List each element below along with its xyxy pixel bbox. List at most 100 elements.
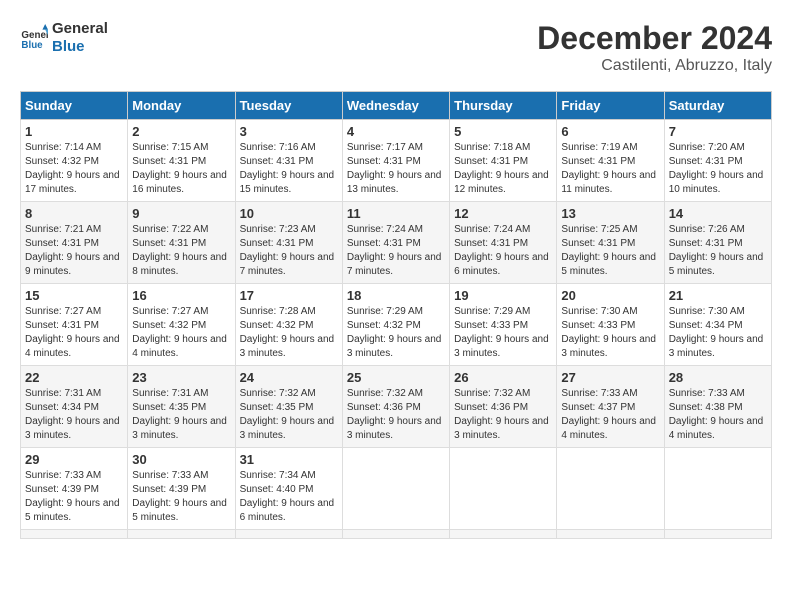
day-info: Sunrise: 7:15 AM Sunset: 4:31 PM Dayligh… — [132, 141, 230, 197]
calendar-day-cell — [557, 448, 664, 530]
calendar-day-cell: 7 Sunrise: 7:20 AM Sunset: 4:31 PM Dayli… — [664, 120, 771, 202]
calendar-day-cell: 26 Sunrise: 7:32 AM Sunset: 4:36 PM Dayl… — [450, 366, 557, 448]
calendar-header-row: SundayMondayTuesdayWednesdayThursdayFrid… — [21, 92, 772, 120]
day-info: Sunrise: 7:24 AM Sunset: 4:31 PM Dayligh… — [347, 223, 445, 279]
day-number: 15 — [25, 288, 123, 303]
day-info: Sunrise: 7:32 AM Sunset: 4:36 PM Dayligh… — [454, 387, 552, 443]
day-number: 2 — [132, 124, 230, 139]
calendar-week-row: 8 Sunrise: 7:21 AM Sunset: 4:31 PM Dayli… — [21, 202, 772, 284]
day-number: 16 — [132, 288, 230, 303]
day-info: Sunrise: 7:29 AM Sunset: 4:32 PM Dayligh… — [347, 305, 445, 361]
calendar-day-cell: 24 Sunrise: 7:32 AM Sunset: 4:35 PM Dayl… — [235, 366, 342, 448]
day-number: 10 — [240, 206, 338, 221]
calendar-day-cell — [664, 530, 771, 539]
day-number: 27 — [561, 370, 659, 385]
day-number: 23 — [132, 370, 230, 385]
calendar-day-cell: 20 Sunrise: 7:30 AM Sunset: 4:33 PM Dayl… — [557, 284, 664, 366]
day-number: 3 — [240, 124, 338, 139]
day-number: 6 — [561, 124, 659, 139]
day-info: Sunrise: 7:18 AM Sunset: 4:31 PM Dayligh… — [454, 141, 552, 197]
day-info: Sunrise: 7:20 AM Sunset: 4:31 PM Dayligh… — [669, 141, 767, 197]
day-number: 20 — [561, 288, 659, 303]
day-info: Sunrise: 7:33 AM Sunset: 4:38 PM Dayligh… — [669, 387, 767, 443]
calendar-day-cell: 28 Sunrise: 7:33 AM Sunset: 4:38 PM Dayl… — [664, 366, 771, 448]
day-number: 26 — [454, 370, 552, 385]
calendar-day-cell: 17 Sunrise: 7:28 AM Sunset: 4:32 PM Dayl… — [235, 284, 342, 366]
calendar-day-cell: 6 Sunrise: 7:19 AM Sunset: 4:31 PM Dayli… — [557, 120, 664, 202]
day-info: Sunrise: 7:27 AM Sunset: 4:31 PM Dayligh… — [25, 305, 123, 361]
day-info: Sunrise: 7:32 AM Sunset: 4:36 PM Dayligh… — [347, 387, 445, 443]
day-number: 17 — [240, 288, 338, 303]
day-info: Sunrise: 7:16 AM Sunset: 4:31 PM Dayligh… — [240, 141, 338, 197]
day-info: Sunrise: 7:31 AM Sunset: 4:35 PM Dayligh… — [132, 387, 230, 443]
day-info: Sunrise: 7:24 AM Sunset: 4:31 PM Dayligh… — [454, 223, 552, 279]
calendar-day-cell — [342, 448, 449, 530]
day-number: 25 — [347, 370, 445, 385]
logo-text-general: General — [52, 20, 108, 38]
day-info: Sunrise: 7:33 AM Sunset: 4:39 PM Dayligh… — [132, 469, 230, 525]
weekday-header: Saturday — [664, 92, 771, 120]
calendar-day-cell: 25 Sunrise: 7:32 AM Sunset: 4:36 PM Dayl… — [342, 366, 449, 448]
day-number: 11 — [347, 206, 445, 221]
logo-icon: General Blue — [20, 24, 48, 52]
calendar-day-cell: 12 Sunrise: 7:24 AM Sunset: 4:31 PM Dayl… — [450, 202, 557, 284]
page-header: General Blue General Blue December 2024 … — [20, 20, 772, 75]
day-number: 31 — [240, 452, 338, 467]
day-info: Sunrise: 7:30 AM Sunset: 4:34 PM Dayligh… — [669, 305, 767, 361]
day-info: Sunrise: 7:23 AM Sunset: 4:31 PM Dayligh… — [240, 223, 338, 279]
day-info: Sunrise: 7:21 AM Sunset: 4:31 PM Dayligh… — [25, 223, 123, 279]
day-info: Sunrise: 7:33 AM Sunset: 4:39 PM Dayligh… — [25, 469, 123, 525]
day-info: Sunrise: 7:30 AM Sunset: 4:33 PM Dayligh… — [561, 305, 659, 361]
day-number: 29 — [25, 452, 123, 467]
day-number: 14 — [669, 206, 767, 221]
day-number: 19 — [454, 288, 552, 303]
day-info: Sunrise: 7:27 AM Sunset: 4:32 PM Dayligh… — [132, 305, 230, 361]
weekday-header: Friday — [557, 92, 664, 120]
calendar-day-cell: 5 Sunrise: 7:18 AM Sunset: 4:31 PM Dayli… — [450, 120, 557, 202]
day-number: 8 — [25, 206, 123, 221]
weekday-header: Sunday — [21, 92, 128, 120]
calendar-day-cell: 1 Sunrise: 7:14 AM Sunset: 4:32 PM Dayli… — [21, 120, 128, 202]
calendar-table: SundayMondayTuesdayWednesdayThursdayFrid… — [20, 91, 772, 539]
day-number: 12 — [454, 206, 552, 221]
day-number: 28 — [669, 370, 767, 385]
calendar-day-cell — [450, 448, 557, 530]
calendar-week-row: 1 Sunrise: 7:14 AM Sunset: 4:32 PM Dayli… — [21, 120, 772, 202]
day-info: Sunrise: 7:32 AM Sunset: 4:35 PM Dayligh… — [240, 387, 338, 443]
day-info: Sunrise: 7:31 AM Sunset: 4:34 PM Dayligh… — [25, 387, 123, 443]
day-number: 18 — [347, 288, 445, 303]
day-info: Sunrise: 7:25 AM Sunset: 4:31 PM Dayligh… — [561, 223, 659, 279]
day-info: Sunrise: 7:29 AM Sunset: 4:33 PM Dayligh… — [454, 305, 552, 361]
weekday-header: Monday — [128, 92, 235, 120]
day-number: 21 — [669, 288, 767, 303]
calendar-day-cell: 30 Sunrise: 7:33 AM Sunset: 4:39 PM Dayl… — [128, 448, 235, 530]
weekday-header: Thursday — [450, 92, 557, 120]
day-info: Sunrise: 7:34 AM Sunset: 4:40 PM Dayligh… — [240, 469, 338, 525]
day-info: Sunrise: 7:17 AM Sunset: 4:31 PM Dayligh… — [347, 141, 445, 197]
day-number: 9 — [132, 206, 230, 221]
calendar-day-cell: 29 Sunrise: 7:33 AM Sunset: 4:39 PM Dayl… — [21, 448, 128, 530]
title-block: December 2024 Castilenti, Abruzzo, Italy — [537, 20, 772, 75]
calendar-day-cell — [342, 530, 449, 539]
day-info: Sunrise: 7:19 AM Sunset: 4:31 PM Dayligh… — [561, 141, 659, 197]
day-info: Sunrise: 7:22 AM Sunset: 4:31 PM Dayligh… — [132, 223, 230, 279]
calendar-week-row: 22 Sunrise: 7:31 AM Sunset: 4:34 PM Dayl… — [21, 366, 772, 448]
calendar-week-row — [21, 530, 772, 539]
calendar-day-cell: 19 Sunrise: 7:29 AM Sunset: 4:33 PM Dayl… — [450, 284, 557, 366]
day-info: Sunrise: 7:33 AM Sunset: 4:37 PM Dayligh… — [561, 387, 659, 443]
calendar-day-cell: 23 Sunrise: 7:31 AM Sunset: 4:35 PM Dayl… — [128, 366, 235, 448]
calendar-week-row: 29 Sunrise: 7:33 AM Sunset: 4:39 PM Dayl… — [21, 448, 772, 530]
calendar-day-cell: 11 Sunrise: 7:24 AM Sunset: 4:31 PM Dayl… — [342, 202, 449, 284]
calendar-week-row: 15 Sunrise: 7:27 AM Sunset: 4:31 PM Dayl… — [21, 284, 772, 366]
day-number: 4 — [347, 124, 445, 139]
day-number: 22 — [25, 370, 123, 385]
calendar-day-cell: 22 Sunrise: 7:31 AM Sunset: 4:34 PM Dayl… — [21, 366, 128, 448]
day-info: Sunrise: 7:14 AM Sunset: 4:32 PM Dayligh… — [25, 141, 123, 197]
day-number: 24 — [240, 370, 338, 385]
logo-text-blue: Blue — [52, 38, 108, 56]
calendar-subtitle: Castilenti, Abruzzo, Italy — [537, 57, 772, 75]
calendar-day-cell: 16 Sunrise: 7:27 AM Sunset: 4:32 PM Dayl… — [128, 284, 235, 366]
calendar-day-cell: 18 Sunrise: 7:29 AM Sunset: 4:32 PM Dayl… — [342, 284, 449, 366]
calendar-day-cell — [235, 530, 342, 539]
calendar-day-cell — [128, 530, 235, 539]
